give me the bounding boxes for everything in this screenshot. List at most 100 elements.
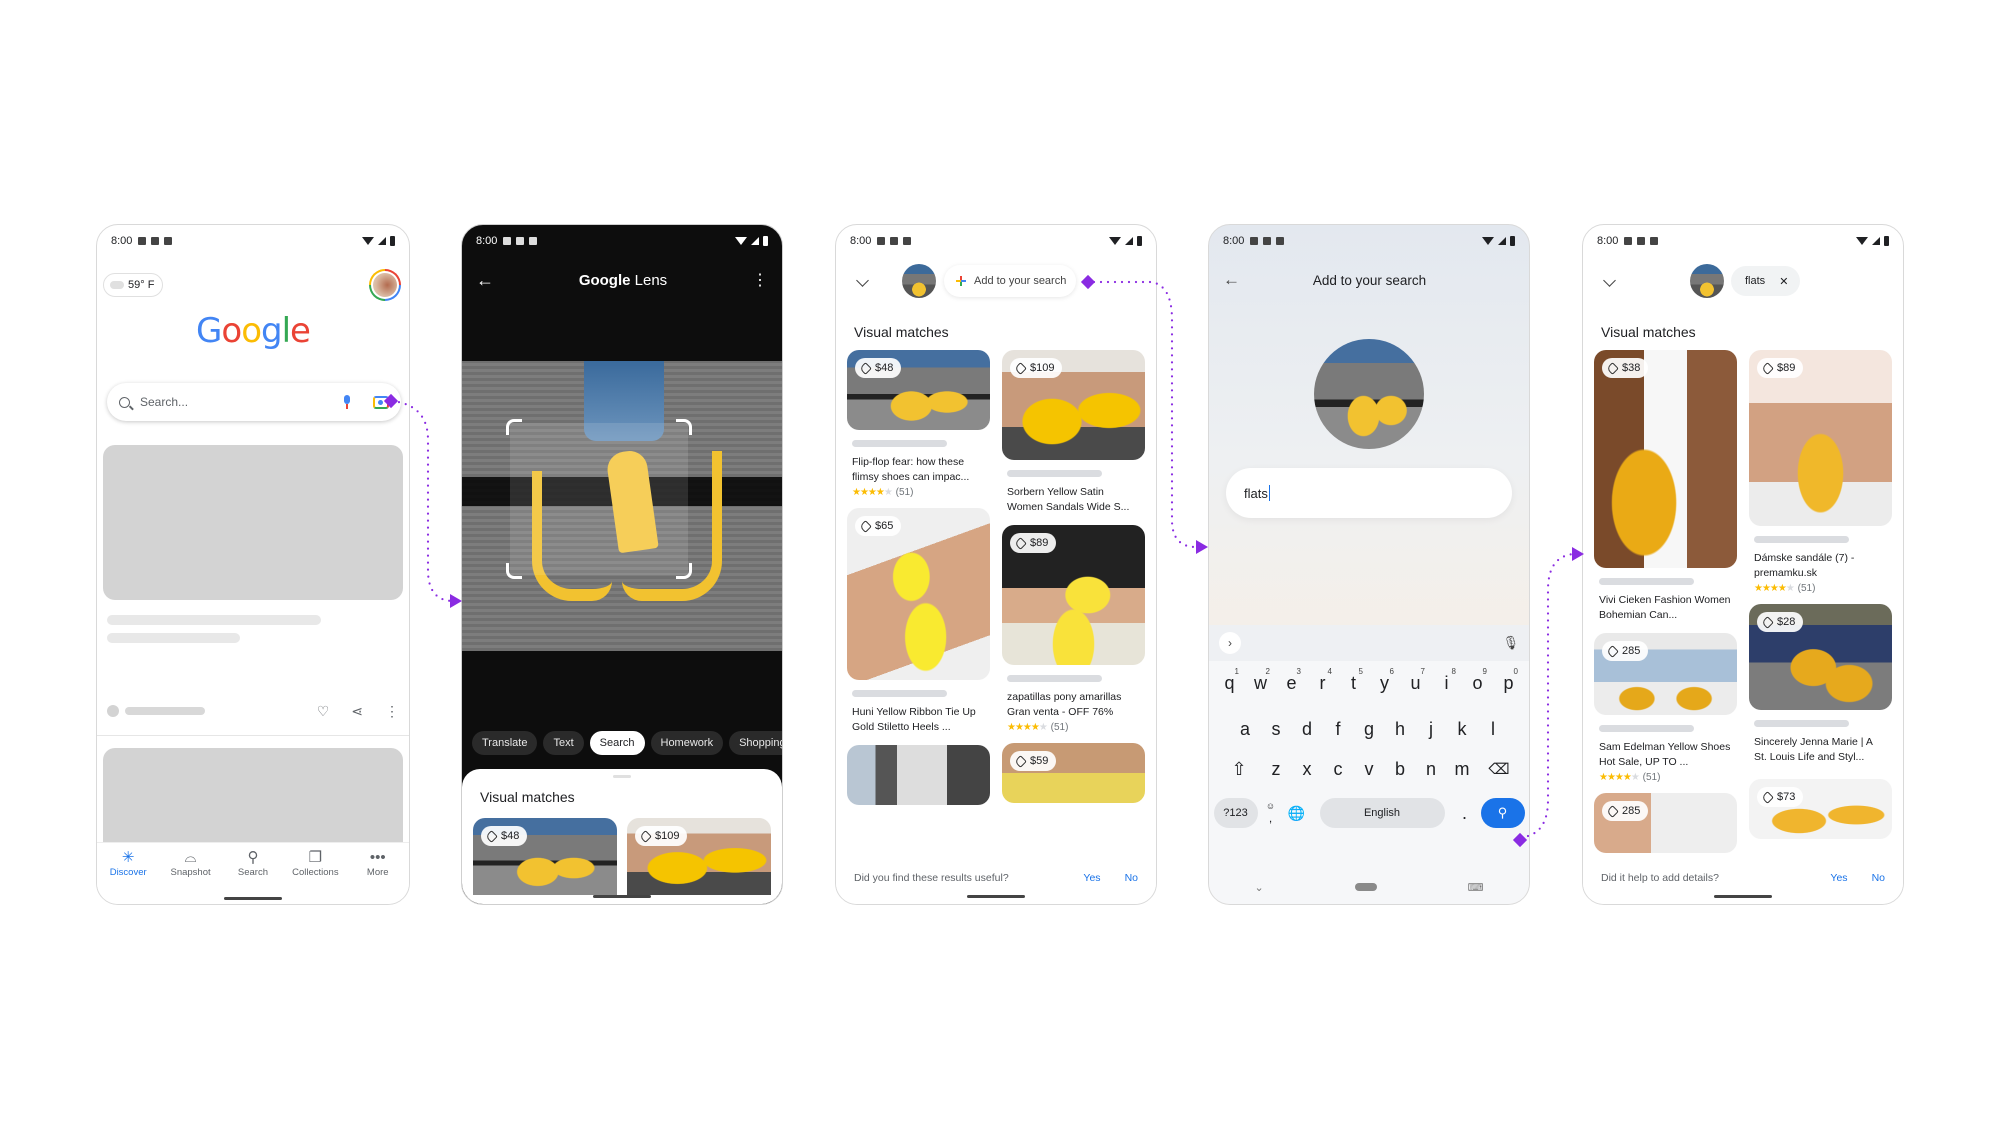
lens-camera-icon[interactable] — [373, 395, 389, 409]
mode-search[interactable]: Search — [589, 731, 645, 755]
result-card[interactable]: $73 — [1749, 779, 1892, 839]
query-image-thumbnail[interactable] — [1690, 264, 1724, 298]
key-e-wrapper[interactable]: e3 — [1276, 663, 1307, 703]
lens-selection-box[interactable] — [506, 419, 692, 579]
mode-text[interactable]: Text — [543, 731, 584, 755]
key-w-wrapper[interactable]: w2 — [1245, 663, 1276, 703]
key-v[interactable]: v — [1354, 749, 1385, 789]
search-enter-key[interactable]: ⚲ — [1480, 798, 1525, 828]
result-title[interactable]: Dámske sandále (7) - premamku.sk — [1754, 551, 1887, 581]
key-k[interactable]: k — [1447, 709, 1478, 749]
key-o-wrapper[interactable]: o9 — [1462, 663, 1493, 703]
switch-keyboard-icon[interactable]: ⌨ — [1468, 881, 1484, 894]
result-image[interactable]: $48 — [847, 350, 990, 430]
result-image[interactable]: $28 — [1749, 604, 1892, 710]
result-image[interactable]: $65 — [847, 508, 990, 680]
symbols-key[interactable]: ?123 — [1213, 798, 1258, 828]
refine-search-input[interactable]: flats — [1226, 468, 1512, 518]
key-q-wrapper[interactable]: q1 — [1214, 663, 1245, 703]
result-card[interactable] — [847, 745, 990, 805]
feedback-no-button[interactable]: No — [1872, 872, 1885, 884]
share-icon[interactable]: ⋖ — [351, 703, 363, 720]
result-card[interactable]: $38 Vivi Cieken Fashion Women Bohemian C… — [1594, 350, 1737, 623]
period-key[interactable]: . — [1455, 793, 1475, 833]
key-y[interactable]: y — [1380, 673, 1389, 694]
weather-chip[interactable]: 59° F — [103, 273, 164, 297]
key-s[interactable]: s — [1261, 709, 1292, 749]
mode-shopping[interactable]: Shopping — [729, 731, 782, 755]
key-i[interactable]: i — [1445, 673, 1449, 694]
result-image[interactable] — [847, 745, 990, 805]
sheet-drag-handle[interactable] — [613, 775, 631, 778]
gesture-home-bar[interactable] — [967, 895, 1025, 898]
key-b[interactable]: b — [1385, 749, 1416, 789]
backspace-key[interactable]: ⌫ — [1484, 749, 1515, 789]
query-text-chip[interactable]: flats ✕ — [1731, 266, 1801, 296]
lens-photo[interactable] — [462, 361, 782, 651]
key-o[interactable]: o — [1472, 673, 1482, 694]
feedback-no-button[interactable]: No — [1125, 872, 1138, 884]
key-h[interactable]: h — [1385, 709, 1416, 749]
result-card[interactable]: $28 Sincerely Jenna Marie | A St. Louis … — [1749, 604, 1892, 765]
key-l[interactable]: l — [1478, 709, 1509, 749]
gesture-home-bar[interactable] — [224, 897, 282, 900]
result-title[interactable]: Vivi Cieken Fashion Women Bohemian Can..… — [1599, 593, 1732, 623]
nav-discover[interactable]: ✳ Discover — [99, 849, 157, 904]
back-arrow-icon[interactable]: ← — [476, 270, 494, 291]
key-u-wrapper[interactable]: u7 — [1400, 663, 1431, 703]
back-arrow-icon[interactable]: ← — [1223, 270, 1240, 290]
result-thumbnail[interactable]: $109 — [627, 818, 771, 895]
key-i-wrapper[interactable]: i8 — [1431, 663, 1462, 703]
key-a[interactable]: a — [1230, 709, 1261, 749]
result-card[interactable]: 285 Sam Edelman Yellow Shoes Hot Sale, U… — [1594, 633, 1737, 783]
crop-handle-top-right[interactable] — [676, 419, 692, 435]
result-title[interactable]: zapatillas pony amarillas Gran venta - O… — [1007, 690, 1140, 720]
result-card[interactable]: $89 Dámske sandále (7) - premamku.sk ★★★… — [1749, 350, 1892, 594]
nav-collections[interactable]: ❐ Collections — [286, 849, 344, 904]
feedback-yes-button[interactable]: Yes — [1083, 872, 1100, 884]
result-title[interactable]: Sorbern Yellow Satin Women Sandals Wide … — [1007, 485, 1140, 515]
nav-search[interactable]: ⚲ Search — [224, 849, 282, 904]
emoji-comma-key[interactable]: ☺, — [1258, 793, 1284, 833]
result-card[interactable]: 285 — [1594, 793, 1737, 853]
feed-card-image-placeholder[interactable] — [103, 445, 403, 600]
crop-handle-bottom-left[interactable] — [506, 563, 522, 579]
key-f[interactable]: f — [1323, 709, 1354, 749]
heart-icon[interactable]: ♡ — [317, 703, 330, 720]
key-u[interactable]: u — [1410, 673, 1420, 694]
key-e[interactable]: e — [1286, 673, 1296, 694]
search-placeholder[interactable]: Search... — [140, 395, 343, 409]
result-title[interactable]: Sam Edelman Yellow Shoes Hot Sale, UP TO… — [1599, 740, 1732, 770]
language-globe-key[interactable]: 🌐 — [1284, 793, 1310, 833]
crop-handle-top-left[interactable] — [506, 419, 522, 435]
result-card[interactable]: $109 Sorbern Yellow Satin Women Sandals … — [1002, 350, 1145, 515]
feedback-yes-button[interactable]: Yes — [1830, 872, 1847, 884]
result-image[interactable]: $89 — [1002, 525, 1145, 665]
chevron-down-icon[interactable] — [856, 274, 869, 287]
key-p-wrapper[interactable]: p0 — [1493, 663, 1524, 703]
search-bar[interactable]: Search... — [107, 383, 401, 421]
result-image[interactable]: $59 — [1002, 743, 1145, 803]
result-card[interactable]: $48 Flip-flop fear: how these flimsy sho… — [847, 350, 990, 498]
chevron-down-icon[interactable] — [1603, 274, 1616, 287]
key-t[interactable]: t — [1351, 673, 1356, 694]
key-g[interactable]: g — [1354, 709, 1385, 749]
hide-keyboard-icon[interactable]: ⌄ — [1254, 881, 1263, 894]
crop-handle-bottom-right[interactable] — [676, 563, 692, 579]
expand-toolbar-icon[interactable]: › — [1219, 632, 1241, 654]
result-image[interactable]: $109 — [1002, 350, 1145, 460]
key-r[interactable]: r — [1320, 673, 1326, 694]
gesture-home-pill[interactable] — [1354, 883, 1377, 891]
key-d[interactable]: d — [1292, 709, 1323, 749]
result-image[interactable]: $89 — [1749, 350, 1892, 526]
key-z[interactable]: z — [1261, 749, 1292, 789]
mode-homework[interactable]: Homework — [650, 731, 724, 755]
more-vert-icon[interactable]: ⋮ — [752, 270, 768, 290]
key-t-wrapper[interactable]: t5 — [1338, 663, 1369, 703]
space-bar[interactable]: English — [1319, 798, 1445, 828]
nav-snapshot[interactable]: ⌓ Snapshot — [162, 849, 220, 904]
key-p[interactable]: p — [1503, 673, 1513, 694]
account-avatar[interactable] — [369, 269, 401, 301]
result-image[interactable]: $73 — [1749, 779, 1892, 839]
shift-key[interactable]: ⇧ — [1224, 749, 1255, 789]
